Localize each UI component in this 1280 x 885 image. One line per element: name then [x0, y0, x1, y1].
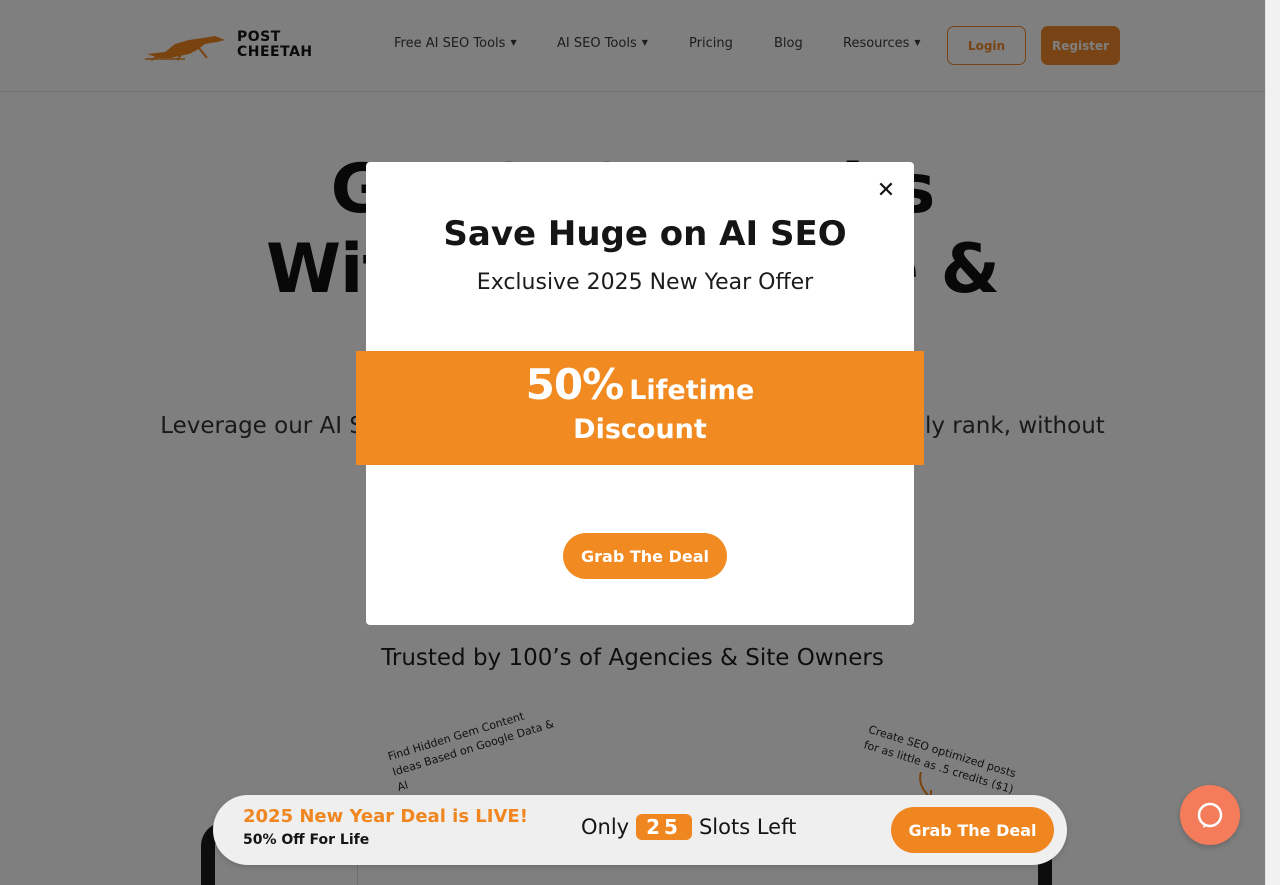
chat-bubble-icon: [1197, 802, 1223, 828]
promo-discount-label: Discount: [573, 414, 707, 445]
help-chat-button[interactable]: [1180, 785, 1240, 845]
deal-subtitle: 50% Off For Life: [243, 832, 370, 848]
page-scrollbar[interactable]: [1265, 0, 1280, 885]
promo-discount-headline: 50% Lifetime: [525, 360, 755, 409]
grab-deal-button[interactable]: Grab The Deal: [563, 533, 727, 579]
slots-counter: Only 25 Slots Left: [581, 814, 797, 840]
deal-title: 2025 New Year Deal is LIVE!: [243, 806, 528, 827]
modal-title: Save Huge on AI SEO: [443, 214, 847, 254]
modal-subtitle: Exclusive 2025 New Year Offer: [476, 270, 814, 295]
close-icon[interactable]: ✕: [874, 176, 898, 204]
deal-bar-grab-deal-button[interactable]: Grab The Deal: [891, 807, 1054, 853]
slots-count-badge: 25: [636, 814, 692, 840]
